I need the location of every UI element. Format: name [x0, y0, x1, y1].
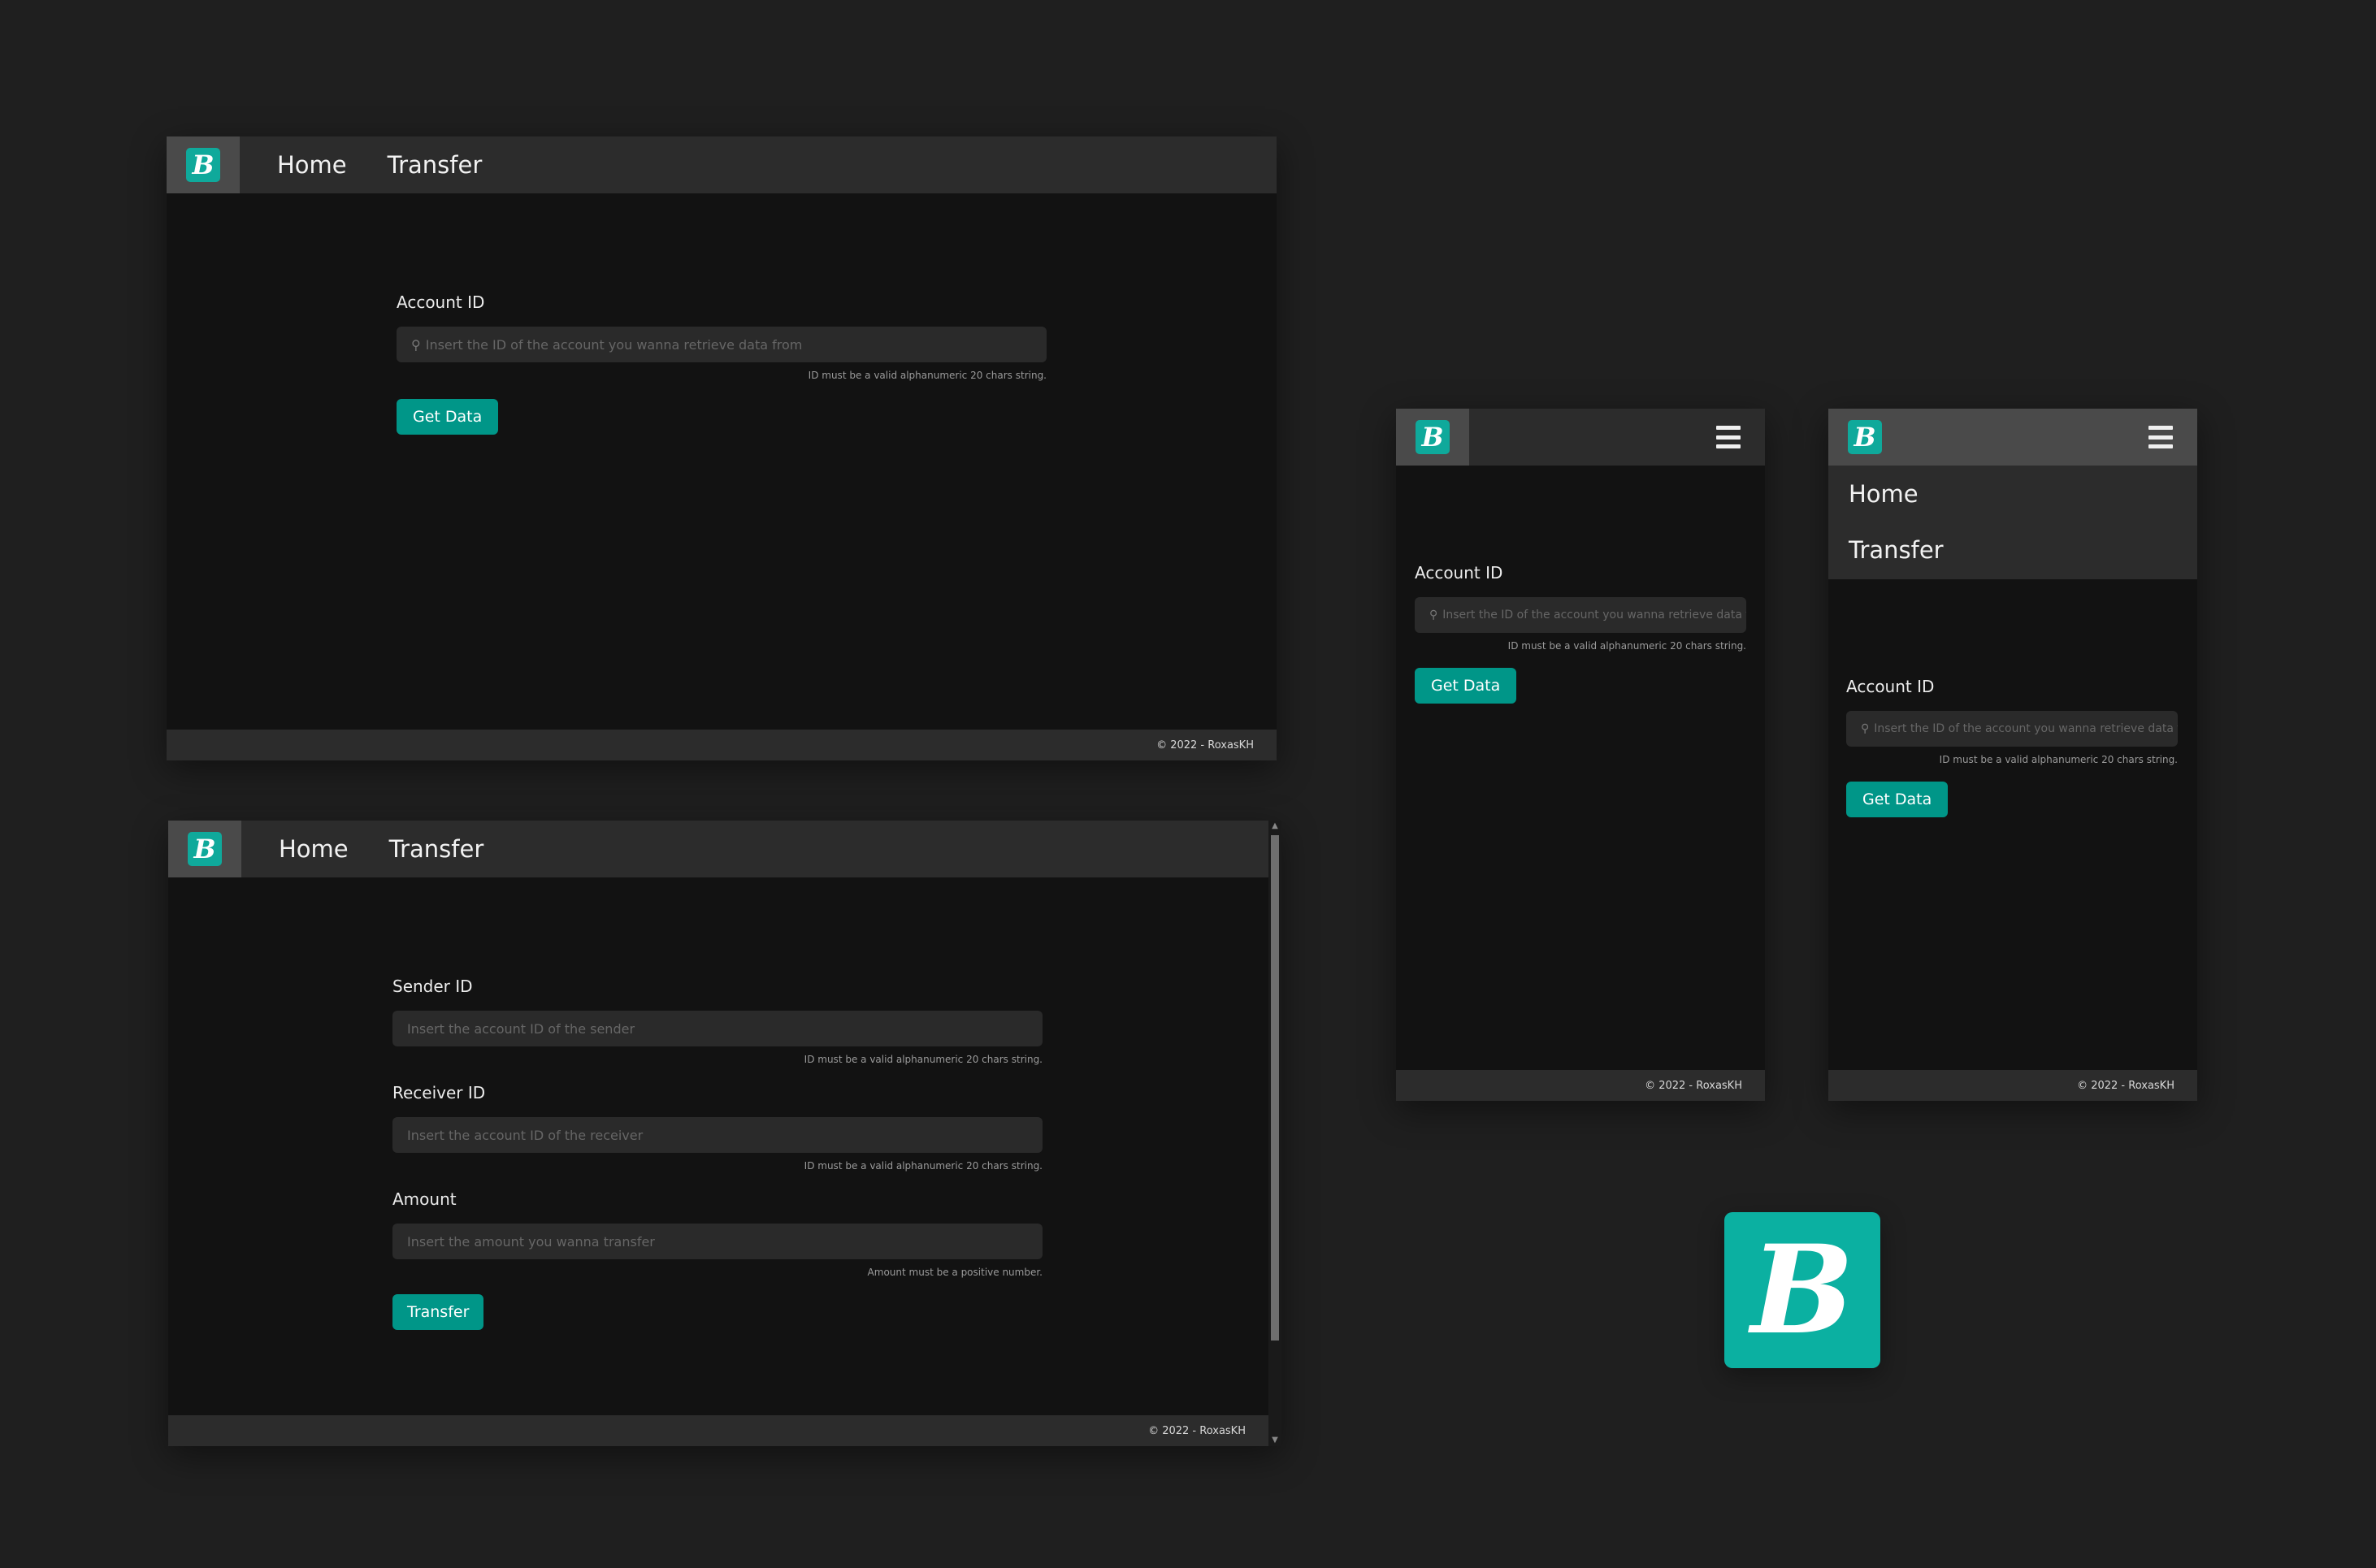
brand-logo-icon: B	[1416, 420, 1450, 454]
logo-box[interactable]: B	[1396, 409, 1469, 466]
logo-box[interactable]: B	[167, 136, 240, 193]
account-id-label: Account ID	[397, 292, 485, 312]
brand-logo-icon: B	[186, 148, 220, 182]
account-id-label: Account ID	[1415, 563, 1503, 583]
amount-label: Amount	[392, 1189, 457, 1209]
hamburger-menu-icon[interactable]	[1716, 426, 1741, 448]
scroll-up-icon[interactable]: ▲	[1268, 821, 1281, 832]
receiver-id-placeholder: Insert the account ID of the receiver	[407, 1127, 644, 1143]
account-form: Account ID ⚲ Insert the ID of the accoun…	[1846, 677, 2178, 817]
amount-help: Amount must be a positive number.	[867, 1267, 1043, 1278]
receiver-id-input[interactable]: Insert the account ID of the receiver	[392, 1117, 1043, 1153]
footer-copyright: © 2022 - RoxasKH	[2077, 1079, 2174, 1092]
account-id-input[interactable]: ⚲ Insert the ID of the account you wanna…	[397, 327, 1047, 362]
sender-id-label: Sender ID	[392, 977, 473, 996]
account-id-input[interactable]: ⚲ Insert the ID of the account you wanna…	[1415, 597, 1746, 633]
amount-input[interactable]: Insert the amount you wanna transfer	[392, 1224, 1043, 1259]
receiver-id-label: Receiver ID	[392, 1083, 486, 1102]
footer: © 2022 - RoxasKH	[1828, 1070, 2197, 1101]
mobile-collapsed-window: B Account ID ⚲ Insert the ID of the acco…	[1396, 409, 1765, 1101]
nav-home-link[interactable]: Home	[1849, 483, 1919, 506]
amount-placeholder: Insert the amount you wanna transfer	[407, 1233, 655, 1250]
transfer-form: Sender ID Insert the account ID of the s…	[392, 977, 1043, 1330]
logo-box[interactable]: B	[1828, 409, 1901, 466]
account-id-label: Account ID	[1846, 677, 1935, 696]
account-id-placeholder: Insert the ID of the account you wanna r…	[1442, 609, 1746, 622]
top-navbar: B Home Transfer	[168, 821, 1268, 877]
search-icon: ⚲	[1861, 722, 1870, 735]
receiver-id-help: ID must be a valid alphanumeric 20 chars…	[804, 1160, 1043, 1172]
transfer-button[interactable]: Transfer	[392, 1294, 484, 1330]
scroll-thumb[interactable]	[1271, 835, 1279, 1341]
mobile-expanded-window: B Home Transfer Account ID ⚲ Insert the …	[1828, 409, 2197, 1101]
account-form: Account ID ⚲ Insert the ID of the accoun…	[1415, 563, 1746, 704]
account-id-input[interactable]: ⚲ Insert the ID of the account you wanna…	[1846, 711, 2178, 747]
desktop-transfer-window: B Home Transfer Sender ID Insert the acc…	[168, 821, 1281, 1446]
scroll-down-icon[interactable]: ▼	[1268, 1435, 1281, 1446]
account-id-placeholder: Insert the ID of the account you wanna r…	[1874, 722, 2178, 735]
desktop-home-window: B Home Transfer Account ID ⚲ Insert the …	[167, 136, 1277, 760]
nav-home-link[interactable]: Home	[279, 837, 349, 861]
get-data-button[interactable]: Get Data	[1846, 782, 1949, 817]
account-id-help: ID must be a valid alphanumeric 20 chars…	[808, 370, 1047, 381]
footer: © 2022 - RoxasKH	[1396, 1070, 1765, 1101]
top-navbar: B	[1828, 409, 2197, 466]
footer: © 2022 - RoxasKH	[168, 1415, 1268, 1446]
brand-logo-icon: B	[188, 832, 222, 866]
sender-id-input[interactable]: Insert the account ID of the sender	[392, 1011, 1043, 1046]
search-icon: ⚲	[1429, 609, 1438, 622]
account-form: Account ID ⚲ Insert the ID of the accoun…	[397, 292, 1047, 435]
account-id-help: ID must be a valid alphanumeric 20 chars…	[1507, 640, 1746, 652]
footer-copyright: © 2022 - RoxasKH	[1148, 1424, 1246, 1437]
mobile-nav-menu: Home Transfer	[1828, 466, 2197, 579]
footer: © 2022 - RoxasKH	[167, 730, 1277, 760]
top-navbar: B Home Transfer	[167, 136, 1277, 193]
search-icon: ⚲	[411, 336, 421, 353]
get-data-button[interactable]: Get Data	[397, 399, 499, 435]
logo-box[interactable]: B	[168, 821, 241, 877]
sender-id-help: ID must be a valid alphanumeric 20 chars…	[804, 1054, 1043, 1065]
sender-id-placeholder: Insert the account ID of the sender	[407, 1020, 635, 1037]
account-id-placeholder: Insert the ID of the account you wanna r…	[425, 336, 803, 353]
account-id-help: ID must be a valid alphanumeric 20 chars…	[1939, 754, 2178, 765]
nav-transfer-link[interactable]: Transfer	[388, 153, 483, 177]
footer-copyright: © 2022 - RoxasKH	[1645, 1079, 1742, 1092]
get-data-button[interactable]: Get Data	[1415, 668, 1517, 704]
app-logo-icon: B	[1724, 1212, 1880, 1368]
nav-transfer-link[interactable]: Transfer	[389, 837, 484, 861]
footer-copyright: © 2022 - RoxasKH	[1156, 739, 1254, 752]
hamburger-menu-icon[interactable]	[2148, 426, 2173, 448]
nav-transfer-link[interactable]: Transfer	[1849, 539, 1944, 562]
brand-logo-icon: B	[1848, 420, 1882, 454]
nav-home-link[interactable]: Home	[277, 153, 347, 177]
top-navbar: B	[1396, 409, 1765, 466]
vertical-scrollbar[interactable]: ▲ ▼	[1268, 821, 1281, 1446]
